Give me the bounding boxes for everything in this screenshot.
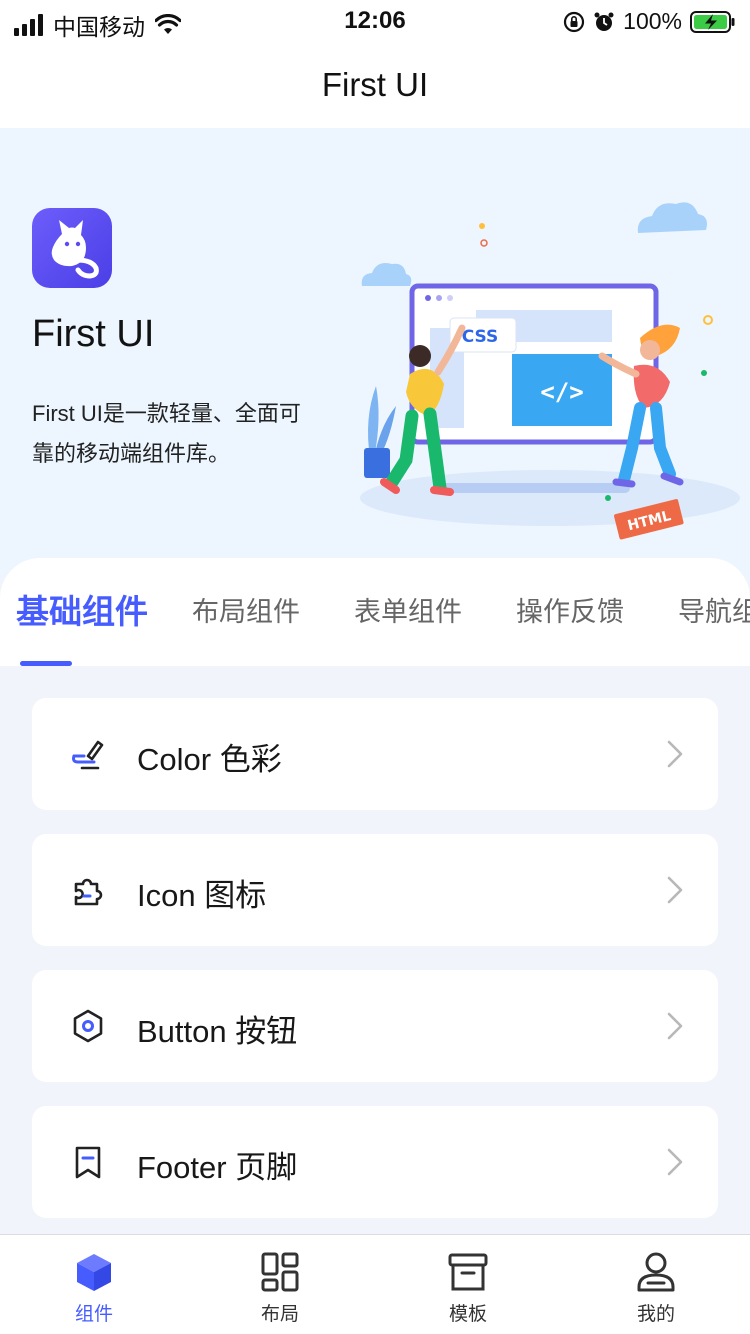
archive-box-icon xyxy=(448,1253,488,1291)
orientation-lock-icon xyxy=(564,11,585,32)
chevron-right-icon xyxy=(667,740,683,768)
bottom-tab-bar: 组件 布局 模板 我的 xyxy=(0,1234,750,1334)
chevron-right-icon xyxy=(667,1148,683,1176)
cube-icon xyxy=(77,1254,111,1291)
cloud-icon xyxy=(361,263,412,286)
code-label: </> xyxy=(540,378,583,406)
status-right: 100% xyxy=(563,8,736,35)
tabbar-item-layout[interactable]: 布局 xyxy=(210,1235,350,1334)
tab-feedback[interactable]: 操作反馈 xyxy=(516,592,624,632)
tab-navigation-components[interactable]: 导航组件 xyxy=(678,592,750,632)
tabbar-item-components[interactable]: 组件 xyxy=(24,1235,164,1334)
list-item-label: Color 色彩 xyxy=(137,742,282,777)
chevron-right-icon xyxy=(667,876,683,904)
category-tabs: 基础组件 布局组件 表单组件 操作反馈 导航组件 xyxy=(0,558,750,666)
hexagon-icon xyxy=(73,1009,103,1043)
cloud-icon xyxy=(637,202,707,233)
developers-illustration: </> CSS HTML xyxy=(360,202,740,540)
cat-logo-icon xyxy=(51,220,99,279)
color-brush-icon xyxy=(72,740,104,770)
tabbar-item-templates[interactable]: 模板 xyxy=(398,1235,538,1334)
tab-basic-components[interactable]: 基础组件 xyxy=(16,592,148,632)
list-item-label: Icon 图标 xyxy=(137,878,267,913)
layout-grid-icon xyxy=(261,1252,299,1292)
tabbar-item-profile[interactable]: 我的 xyxy=(586,1235,726,1334)
active-tab-indicator xyxy=(20,661,72,666)
tab-layout-components[interactable]: 布局组件 xyxy=(192,592,300,632)
puzzle-icon xyxy=(74,878,103,906)
hero-description: First UI是一款轻量、全面可靠的移动端组件库。 xyxy=(32,401,301,466)
battery-charging-icon xyxy=(690,10,735,33)
tabbar-label: 我的 xyxy=(636,1304,675,1325)
user-icon xyxy=(637,1252,675,1292)
tab-form-components[interactable]: 表单组件 xyxy=(354,592,462,632)
hero-banner: First UI First UI是一款轻量、全面可靠的移动端组件库。 </> … xyxy=(0,128,750,578)
chevron-right-icon xyxy=(667,1012,683,1040)
alarm-icon xyxy=(594,12,614,31)
tabbar-label: 布局 xyxy=(260,1304,299,1325)
list-item-label: Footer 页脚 xyxy=(137,1150,298,1185)
hero-title: First UI xyxy=(32,313,155,355)
list-item-color[interactable]: Color 色彩 xyxy=(32,698,718,810)
list-item-button[interactable]: Button 按钮 xyxy=(32,970,718,1082)
tabbar-label: 组件 xyxy=(74,1304,113,1325)
list-item-footer[interactable]: Footer 页脚 xyxy=(32,1106,718,1218)
status-bar: 中国移动 12:06 100% xyxy=(0,0,750,42)
list-item-label: Button 按钮 xyxy=(137,1014,298,1049)
bookmark-icon xyxy=(75,1146,101,1179)
battery-percent: 100% xyxy=(623,8,682,34)
list-item-icon[interactable]: Icon 图标 xyxy=(32,834,718,946)
app-logo xyxy=(32,208,112,288)
css-label: CSS xyxy=(462,327,499,347)
tabbar-label: 模板 xyxy=(448,1304,487,1325)
page-title: First UI xyxy=(321,66,429,103)
nav-bar: First UI xyxy=(0,42,750,128)
